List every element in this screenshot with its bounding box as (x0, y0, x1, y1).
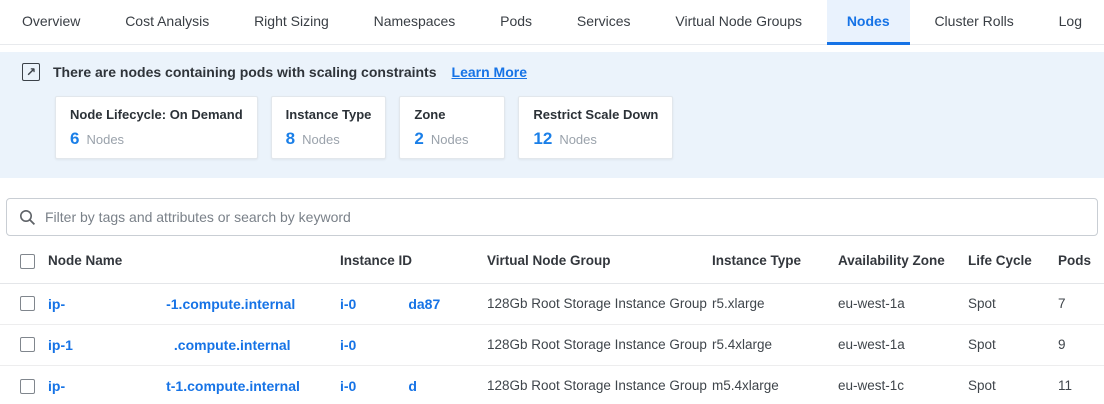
filter-bar (6, 198, 1098, 236)
col-availability-zone: Availability Zone (838, 239, 968, 283)
col-instance-type: Instance Type (712, 239, 838, 283)
tab-virtual-node-groups[interactable]: Virtual Node Groups (655, 0, 822, 45)
table-header-row: Node Name Instance ID Virtual Node Group… (0, 239, 1104, 283)
tab-cluster-rolls[interactable]: Cluster Rolls (914, 0, 1033, 45)
row-checkbox[interactable] (20, 296, 35, 311)
instance-id-link[interactable]: i-0 (340, 378, 356, 394)
card-zone[interactable]: Zone 2 Nodes (399, 96, 505, 159)
node-name-link[interactable]: -1.compute.internal (166, 296, 295, 312)
card-title: Instance Type (286, 107, 372, 122)
tab-cost-analysis[interactable]: Cost Analysis (105, 0, 229, 45)
card-instance-type[interactable]: Instance Type 8 Nodes (271, 96, 387, 159)
instance-id-link[interactable]: i-0 (340, 296, 356, 312)
card-count: 8 (286, 129, 295, 149)
virtual-node-group-cell: 128Gb Root Storage Instance Group (487, 365, 712, 404)
search-icon (19, 209, 36, 226)
pods-cell: 9 (1058, 324, 1104, 365)
instance-type-cell: m5.4xlarge (712, 365, 838, 404)
card-count: 12 (533, 129, 552, 149)
card-unit: Nodes (431, 132, 469, 147)
pods-cell: 11 (1058, 365, 1104, 404)
card-restrict-scale-down[interactable]: Restrict Scale Down 12 Nodes (518, 96, 673, 159)
tab-nodes[interactable]: Nodes (827, 0, 910, 45)
table-row: ip-1 .compute.internal i-0 128Gb Root Sto… (0, 324, 1104, 365)
scaling-constraints-banner: ↗ There are nodes containing pods with s… (0, 52, 1104, 178)
tab-pods[interactable]: Pods (480, 0, 552, 45)
card-unit: Nodes (559, 132, 597, 147)
virtual-node-group-cell: 128Gb Root Storage Instance Group (487, 324, 712, 365)
node-name-link[interactable]: ip- (48, 378, 65, 394)
life-cycle-cell: Spot (968, 324, 1058, 365)
card-title: Zone (414, 107, 490, 122)
instance-id-link[interactable]: i-0 (340, 337, 356, 353)
availability-zone-cell: eu-west-1c (838, 365, 968, 404)
card-node-lifecycle-on-demand[interactable]: Node Lifecycle: On Demand 6 Nodes (55, 96, 258, 159)
col-instance-id: Instance ID (340, 239, 487, 283)
availability-zone-cell: eu-west-1a (838, 283, 968, 324)
node-name-link[interactable]: ip-1 (48, 337, 73, 353)
pods-cell: 7 (1058, 283, 1104, 324)
nodes-table: Node Name Instance ID Virtual Node Group… (0, 239, 1104, 404)
select-all-checkbox[interactable] (20, 254, 35, 269)
col-life-cycle: Life Cycle (968, 239, 1058, 283)
virtual-node-group-cell: 128Gb Root Storage Instance Group (487, 283, 712, 324)
table-row: ip-t-1.compute.internal i-0 d 128Gb Root … (0, 365, 1104, 404)
nodes-page: Overview Cost Analysis Right Sizing Name… (0, 0, 1104, 404)
banner-message: There are nodes containing pods with sca… (53, 64, 437, 80)
col-node-name: Node Name (48, 239, 340, 283)
search-input[interactable] (45, 209, 1085, 225)
life-cycle-cell: Spot (968, 365, 1058, 404)
life-cycle-cell: Spot (968, 283, 1058, 324)
learn-more-link[interactable]: Learn More (452, 64, 527, 80)
row-checkbox[interactable] (20, 379, 35, 394)
node-name-link[interactable]: t-1.compute.internal (166, 378, 300, 394)
tab-namespaces[interactable]: Namespaces (354, 0, 476, 45)
row-checkbox[interactable] (20, 337, 35, 352)
card-count: 2 (414, 129, 423, 149)
tab-bar: Overview Cost Analysis Right Sizing Name… (0, 0, 1104, 45)
card-title: Node Lifecycle: On Demand (70, 107, 243, 122)
table-row: ip- -1.compute.internal i-0 da87 128Gb Roo… (0, 283, 1104, 324)
tab-log[interactable]: Log (1039, 0, 1102, 45)
constraint-summary-cards: Node Lifecycle: On Demand 6 Nodes Instan… (55, 96, 1082, 159)
instance-type-cell: r5.xlarge (712, 283, 838, 324)
card-title: Restrict Scale Down (533, 107, 658, 122)
instance-type-cell: r5.4xlarge (712, 324, 838, 365)
col-virtual-node-group: Virtual Node Group (487, 239, 712, 283)
node-name-link[interactable]: .compute.internal (174, 337, 291, 353)
instance-id-link[interactable]: d (408, 378, 417, 394)
availability-zone-cell: eu-west-1a (838, 324, 968, 365)
scale-up-icon: ↗ (22, 63, 40, 81)
col-pods: Pods (1058, 239, 1104, 283)
tab-right-sizing[interactable]: Right Sizing (234, 0, 349, 45)
tab-services[interactable]: Services (557, 0, 651, 45)
instance-id-link[interactable]: da87 (408, 296, 440, 312)
tab-overview[interactable]: Overview (2, 0, 100, 45)
node-name-link[interactable]: ip- (48, 296, 65, 312)
card-unit: Nodes (86, 132, 124, 147)
card-count: 6 (70, 129, 79, 149)
card-unit: Nodes (302, 132, 340, 147)
